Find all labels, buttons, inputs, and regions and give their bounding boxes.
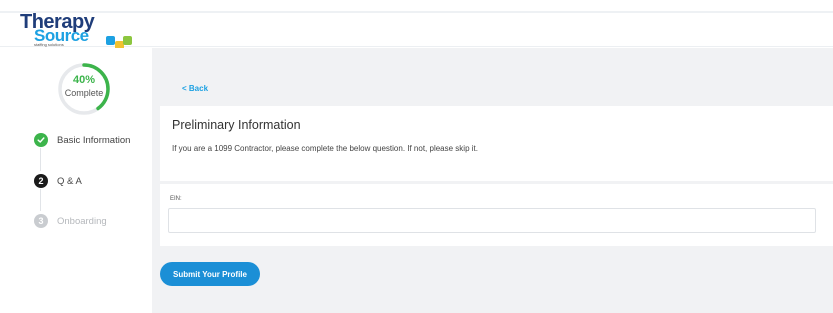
progress-percent: 40%	[72, 74, 96, 86]
back-link[interactable]: < Back	[182, 84, 208, 93]
therapy-source-logo[interactable]: Therapy Source staffing solutions	[20, 12, 140, 50]
instructions-text: If you are a 1099 Contractor, please com…	[172, 144, 478, 153]
ein-field[interactable]	[168, 208, 816, 233]
step-label: Basic Information	[57, 134, 131, 146]
top-strip	[0, 0, 833, 11]
step-connector	[40, 148, 41, 171]
step-connector	[40, 189, 41, 211]
step-basic-information[interactable]: Basic Information	[34, 132, 130, 148]
page-title: Preliminary Information	[172, 118, 301, 132]
logo-tagline: staffing solutions	[34, 42, 64, 47]
puzzle-piece-icon	[106, 36, 115, 45]
step-onboarding[interactable]: 3 Onboarding	[34, 213, 107, 229]
puzzle-piece-icon	[123, 36, 132, 45]
progress-sidebar: 40% Complete Basic Information 2 Q & A 3…	[0, 48, 152, 313]
step-number-badge: 2	[34, 174, 48, 188]
step-label: Q & A	[57, 175, 82, 187]
step-number-badge: 3	[34, 214, 48, 228]
progress-label: Complete	[64, 88, 104, 98]
ein-field-label: EIN:	[170, 196, 182, 202]
main-content: < Back Preliminary Information If you ar…	[152, 48, 833, 313]
submit-profile-button[interactable]: Submit Your Profile	[160, 262, 260, 286]
step-label: Onboarding	[57, 215, 107, 227]
step-q-and-a[interactable]: 2 Q & A	[34, 173, 82, 189]
check-icon	[34, 133, 48, 147]
preliminary-info-card: Preliminary Information If you are a 109…	[160, 106, 833, 181]
ein-form-section: EIN:	[160, 184, 833, 246]
